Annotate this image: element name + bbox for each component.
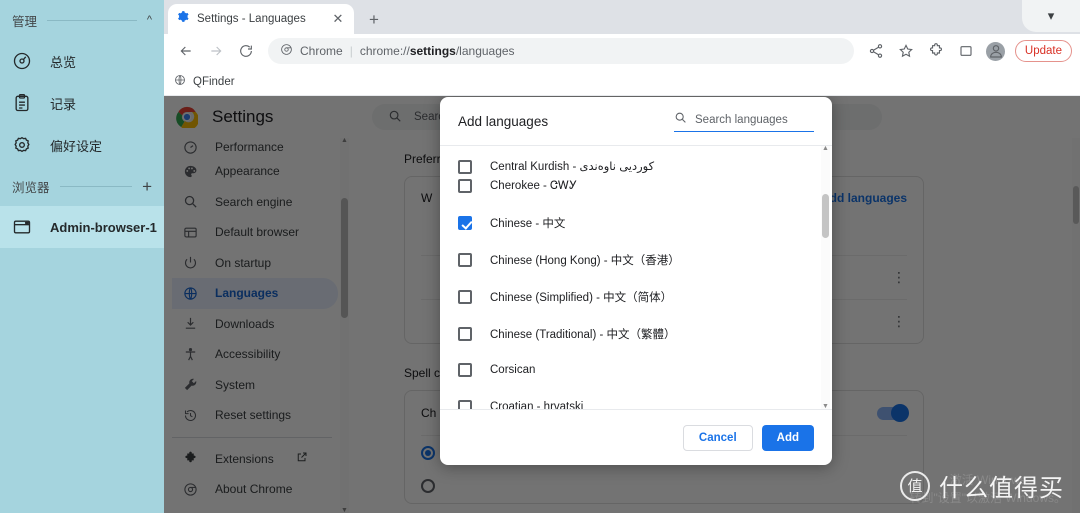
dialog-title: Add languages	[458, 113, 549, 129]
forward-arrow-icon[interactable]	[202, 37, 230, 65]
search-languages-input[interactable]: Search languages	[674, 111, 814, 132]
tab-strip: Settings - Languages ✕ + ▾	[164, 0, 1080, 34]
gear-icon	[8, 131, 36, 159]
language-label: Chinese - 中文	[490, 218, 566, 231]
avatar	[986, 41, 1006, 61]
language-list[interactable]: Central Kurdish - کوردیی ناوەندی Cheroke…	[440, 145, 832, 409]
language-label: Corsican	[490, 364, 536, 377]
language-checkbox[interactable]	[458, 326, 472, 341]
sidebar-item-preferences[interactable]: 偏好设定	[0, 124, 164, 166]
list-item[interactable]: Croatian - hrvatski	[440, 389, 832, 409]
scroll-up-arrow-icon[interactable]: ▲	[822, 146, 829, 152]
sidebar-group-browser-label: 浏览器	[12, 180, 50, 195]
dialog-footer: Cancel Add	[440, 409, 832, 465]
language-checkbox[interactable]	[458, 160, 472, 174]
sidebar-group-browser[interactable]: 浏览器 +	[0, 166, 164, 206]
chevron-up-icon[interactable]: ^	[147, 14, 152, 26]
add-languages-dialog: Add languages Search languages Central K…	[440, 97, 832, 465]
list-item[interactable]: Chinese - 中文	[440, 205, 832, 242]
sidebar-item-records[interactable]: 记录	[0, 82, 164, 124]
language-checkbox[interactable]	[458, 363, 472, 378]
divider	[59, 185, 133, 187]
window-icon	[8, 213, 36, 241]
side-panel-icon[interactable]	[952, 37, 980, 65]
list-item[interactable]: Corsican	[440, 352, 832, 389]
globe-icon	[174, 74, 186, 89]
browser-toolbar: Chrome | chrome://settings/languages Upd…	[164, 34, 1080, 68]
close-icon[interactable]: ✕	[330, 11, 346, 27]
language-checkbox[interactable]	[458, 289, 472, 304]
language-label: Cherokee - ᏣᎳᎩ	[490, 179, 578, 192]
url-bold: settings	[409, 44, 456, 58]
language-label: Central Kurdish - کوردیی ناوەندی	[490, 161, 655, 173]
sidebar-item-preferences-label: 偏好设定	[50, 138, 103, 154]
language-label: Chinese (Hong Kong) - 中文（香港）	[490, 254, 680, 267]
screen: 管理 ^ 总览 记录 偏好设定 浏览器 + Admin-browser-1 Se…	[0, 0, 1080, 513]
list-item[interactable]: Cherokee - ᏣᎳᎩ	[440, 168, 832, 205]
sidebar-item-admin-browser-1-label: Admin-browser-1	[50, 219, 157, 235]
app-sidebar: 管理 ^ 总览 记录 偏好设定 浏览器 + Admin-browser-1	[0, 0, 164, 513]
add-button[interactable]: Add	[761, 424, 814, 451]
back-arrow-icon[interactable]	[172, 37, 200, 65]
chrome-icon	[280, 43, 293, 59]
sidebar-item-overview-label: 总览	[50, 54, 77, 70]
clipboard-icon	[8, 89, 36, 117]
sidebar-item-overview[interactable]: 总览	[0, 40, 164, 82]
tab-title: Settings - Languages	[197, 13, 306, 25]
language-label: Chinese (Simplified) - 中文（简体）	[490, 291, 673, 304]
bookmark-item-qfinder[interactable]: QFinder	[193, 76, 235, 88]
language-label: Chinese (Traditional) - 中文（繁體）	[490, 328, 676, 341]
search-icon	[674, 111, 687, 129]
sidebar-group-manage[interactable]: 管理 ^	[0, 0, 164, 40]
url-prefix: chrome://	[359, 44, 410, 58]
omnibox-separator: |	[349, 44, 353, 58]
reload-icon[interactable]	[232, 37, 260, 65]
omnibox-url: chrome://settings/languages	[360, 44, 515, 58]
profile-avatar-icon[interactable]	[982, 37, 1010, 65]
update-button[interactable]: Update	[1014, 40, 1072, 62]
settings-page: Settings Search settings	[164, 96, 1080, 513]
list-item[interactable]: Chinese (Traditional) - 中文（繁體）	[440, 315, 832, 352]
cancel-button[interactable]: Cancel	[682, 424, 753, 451]
omnibox-chip-label: Chrome	[300, 44, 343, 58]
browser-tab[interactable]: Settings - Languages ✕	[168, 4, 354, 34]
overview-icon	[8, 47, 36, 75]
language-label: Croatian - hrvatski	[490, 401, 584, 409]
tabstrip-corner: ▾	[1022, 0, 1080, 32]
chevron-down-icon[interactable]: ▾	[1048, 8, 1055, 24]
bookmarks-bar: QFinder	[164, 68, 1080, 96]
settings-gear-icon	[176, 10, 189, 28]
scrollbar-thumb[interactable]	[822, 194, 829, 238]
scroll-down-arrow-icon[interactable]: ▼	[822, 403, 829, 409]
list-item[interactable]: Chinese (Hong Kong) - 中文（香港）	[440, 242, 832, 279]
divider	[47, 19, 137, 21]
language-checkbox[interactable]	[458, 216, 472, 231]
tab-strip-right: ▾	[1018, 0, 1080, 34]
plus-icon[interactable]: +	[142, 178, 152, 195]
sidebar-item-records-label: 记录	[50, 96, 77, 112]
language-checkbox[interactable]	[458, 179, 472, 194]
dialog-header: Add languages Search languages	[440, 97, 832, 145]
sidebar-item-admin-browser-1[interactable]: Admin-browser-1	[0, 206, 164, 248]
list-item[interactable]: Chinese (Simplified) - 中文（简体）	[440, 278, 832, 315]
search-languages-placeholder: Search languages	[695, 113, 788, 126]
list-item[interactable]: Central Kurdish - کوردیی ناوەندی	[440, 146, 832, 174]
new-tab-button[interactable]: +	[362, 8, 386, 32]
browser-window: Settings - Languages ✕ + ▾ Chrome | chro…	[164, 0, 1080, 513]
url-suffix: /languages	[455, 44, 515, 58]
language-checkbox[interactable]	[458, 252, 472, 267]
language-list-scrollbar[interactable]: ▲ ▼	[821, 146, 830, 409]
bookmark-star-icon[interactable]	[892, 37, 920, 65]
extensions-puzzle-icon[interactable]	[922, 37, 950, 65]
address-bar[interactable]: Chrome | chrome://settings/languages	[268, 38, 854, 64]
language-checkbox[interactable]	[458, 400, 472, 409]
sidebar-group-manage-label: 管理	[12, 14, 38, 29]
share-icon[interactable]	[862, 37, 890, 65]
